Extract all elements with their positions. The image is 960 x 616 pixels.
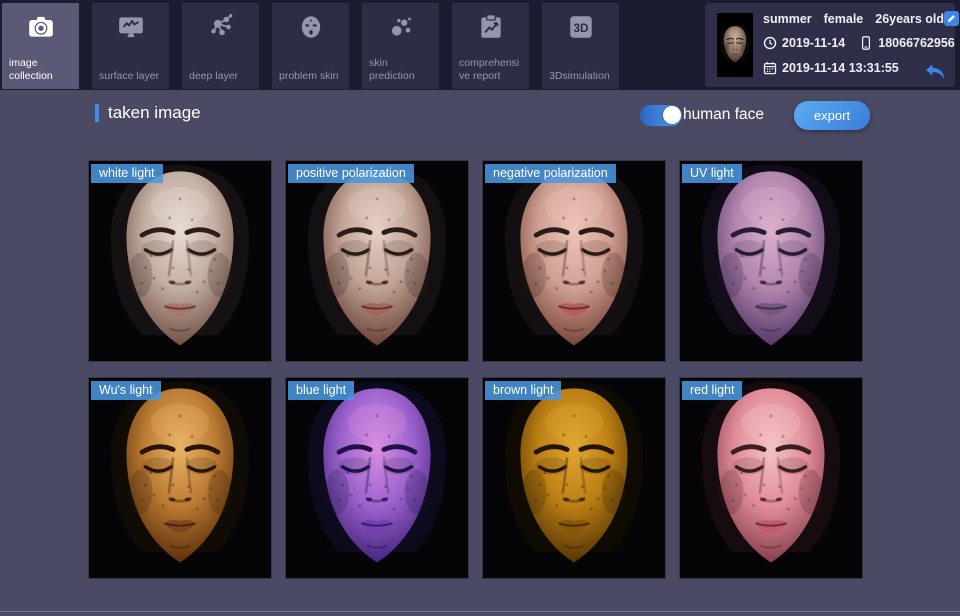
- patient-age: 26years old: [875, 11, 945, 26]
- gallery-tile[interactable]: red light: [679, 377, 863, 579]
- tab-label: comprehensive report: [459, 57, 520, 82]
- patient-photo-thumbnail: [717, 13, 753, 77]
- image-mode-label: blue light: [288, 381, 355, 400]
- image-mode-label: UV light: [682, 164, 742, 183]
- gallery-tile[interactable]: UV light: [679, 160, 863, 362]
- title-accent-bar: [95, 104, 99, 122]
- camera-icon: [26, 12, 56, 42]
- tab-comprehensive-report[interactable]: comprehensive report: [452, 3, 529, 89]
- svg-text:3D: 3D: [573, 22, 588, 35]
- image-mode-label: white light: [91, 164, 163, 183]
- patient-datetime: 2019-11-14 13:31:55: [782, 61, 899, 75]
- bubbles-icon: [386, 12, 416, 42]
- tab-label: image collection: [9, 57, 53, 82]
- human-face-toggle[interactable]: [640, 104, 682, 126]
- section-header: taken image human face export: [0, 90, 960, 150]
- calendar-icon: [763, 61, 777, 75]
- gallery-tile[interactable]: white light: [88, 160, 272, 362]
- image-mode-label: brown light: [485, 381, 562, 400]
- top-toolbar: image collection surface layer deep laye…: [0, 0, 960, 90]
- content-area: taken image human face export white ligh…: [0, 90, 960, 616]
- tab-problem-skin[interactable]: problem skin: [272, 3, 349, 89]
- image-mode-label: positive polarization: [288, 164, 414, 183]
- patient-gender: female: [823, 11, 864, 26]
- tab-deep-layer[interactable]: deep layer: [182, 3, 259, 89]
- tab-label: problem skin: [279, 69, 339, 82]
- export-button[interactable]: export: [794, 100, 870, 130]
- section-title-wrap: taken image: [95, 103, 201, 123]
- toggle-label: human face: [683, 106, 764, 123]
- skin-analyzer-app: image collection surface layer deep laye…: [0, 0, 960, 616]
- tab-label: skin prediction: [369, 57, 415, 82]
- patient-phone: 18066762956: [878, 36, 955, 50]
- patient-info-panel: summer female 26years old 2019-11-14 180…: [705, 3, 960, 87]
- gallery-tile[interactable]: Wu's light: [88, 377, 272, 579]
- tab-label: surface layer: [99, 69, 160, 82]
- patient-name: summer: [763, 11, 812, 26]
- tab-3d-simulation[interactable]: 3D 3Dsimulation: [542, 3, 619, 89]
- patient-datetime-row: 2019-11-14 13:31:55: [763, 61, 947, 75]
- image-mode-label: Wu's light: [91, 381, 161, 400]
- network-nodes-icon: [206, 12, 236, 42]
- patient-identity-row: summer female 26years old: [763, 11, 960, 26]
- back-icon[interactable]: [923, 61, 947, 82]
- image-mode-label: negative polarization: [485, 164, 616, 183]
- tab-skin-prediction[interactable]: skin prediction: [362, 3, 439, 89]
- section-controls: human face export: [640, 100, 870, 130]
- 3d-cube-icon: 3D: [566, 12, 596, 42]
- clock-icon: [763, 36, 777, 50]
- tab-label: deep layer: [189, 69, 239, 82]
- face-icon: [296, 12, 326, 42]
- image-gallery-grid: white light positive polarization negati…: [88, 160, 863, 579]
- toggle-knob: [663, 106, 681, 124]
- patient-date-phone-row: 2019-11-14 18066762956: [763, 36, 955, 50]
- bottom-divider: [0, 611, 960, 612]
- section-title: taken image: [108, 103, 201, 122]
- tab-image-collection[interactable]: image collection: [2, 3, 79, 89]
- tab-label: 3Dsimulation: [549, 69, 610, 82]
- gallery-tile[interactable]: positive polarization: [285, 160, 469, 362]
- report-clipboard-icon: [476, 12, 506, 42]
- gallery-tile[interactable]: negative polarization: [482, 160, 666, 362]
- edit-icon[interactable]: [944, 11, 960, 26]
- tab-surface-layer[interactable]: surface layer: [92, 3, 169, 89]
- phone-icon: [859, 36, 873, 50]
- gallery-tile[interactable]: brown light: [482, 377, 666, 579]
- image-mode-label: red light: [682, 381, 743, 400]
- patient-date: 2019-11-14: [782, 36, 846, 50]
- gallery-tile[interactable]: blue light: [285, 377, 469, 579]
- monitor-wave-icon: [116, 12, 146, 42]
